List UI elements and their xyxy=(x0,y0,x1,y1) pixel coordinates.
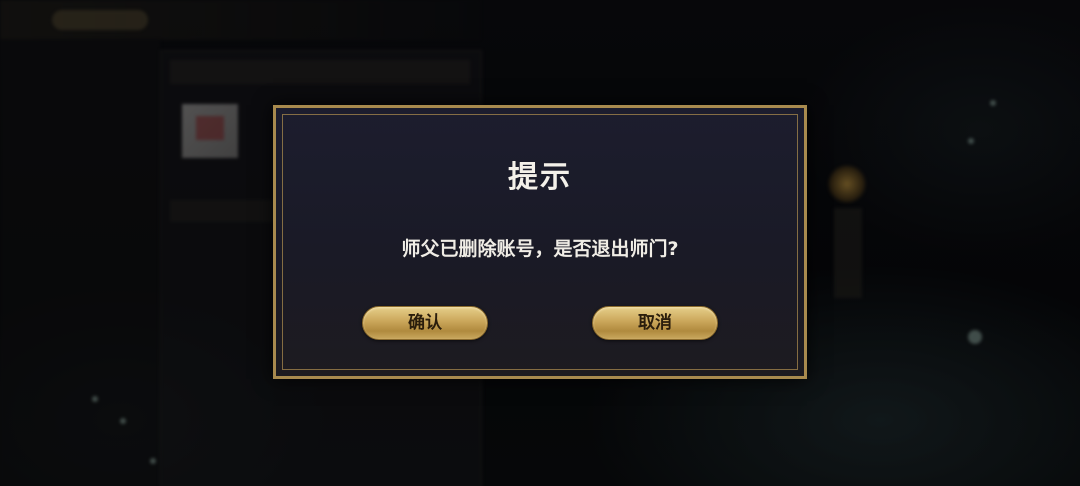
prompt-dialog: 提示 师父已删除账号，是否退出师门? 确认 取消 xyxy=(273,105,807,379)
dialog-title: 提示 xyxy=(508,160,572,195)
cancel-button[interactable]: 取消 xyxy=(592,306,718,340)
confirm-button[interactable]: 确认 xyxy=(362,306,488,340)
game-screen: 提示 师父已删除账号，是否退出师门? 确认 取消 xyxy=(0,0,1080,486)
dialog-message: 师父已删除账号，是否退出师门? xyxy=(401,238,679,260)
